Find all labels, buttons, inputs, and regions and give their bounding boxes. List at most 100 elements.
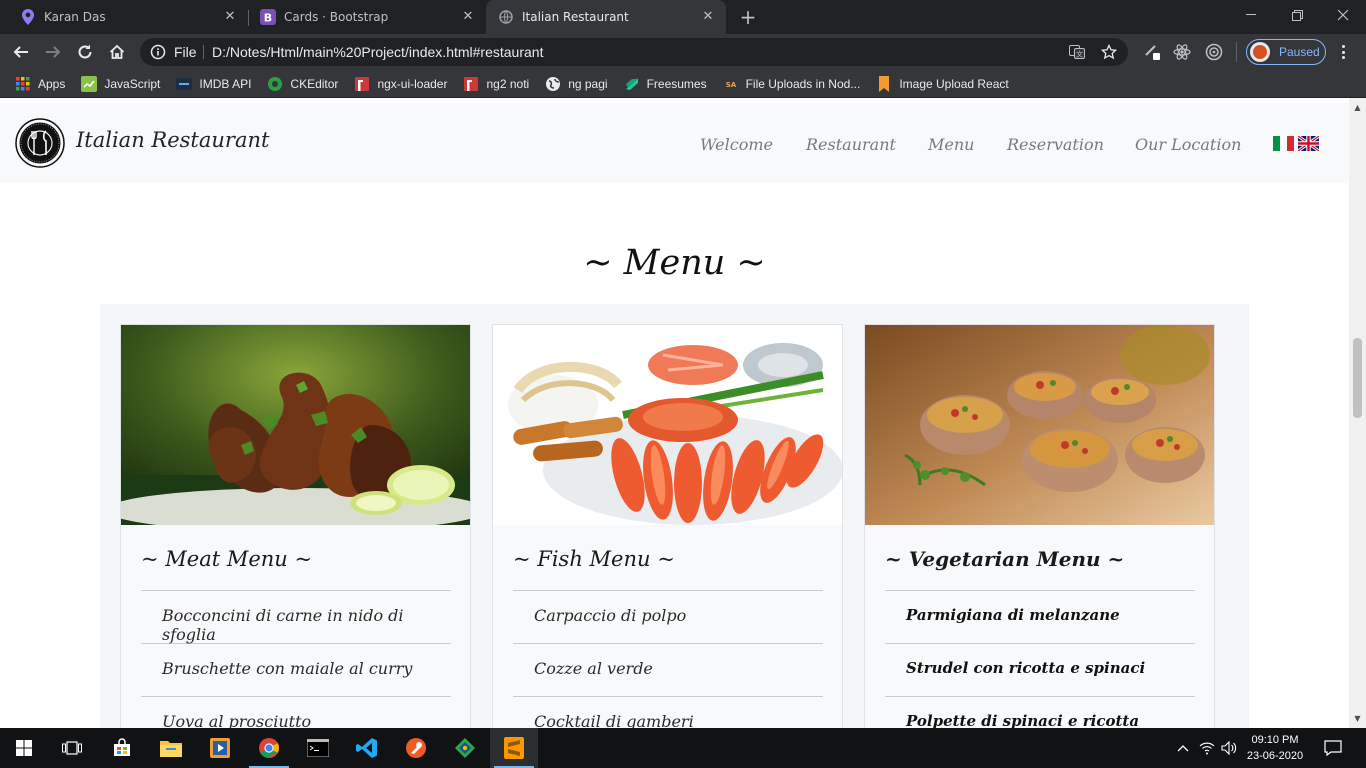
globe-icon (498, 9, 514, 25)
page-scrollbar[interactable]: ▲ ▼ (1349, 98, 1366, 728)
brand-name[interactable]: Italian Restaurant (76, 128, 269, 152)
vscode-icon[interactable] (343, 728, 391, 768)
url-text[interactable]: D:/Notes/Html/main%20Project/index.html#… (212, 44, 543, 60)
browser-toolbar: File D:/Notes/Html/main%20Project/index.… (0, 34, 1366, 70)
list-item: Parmigiana di melanzane (885, 590, 1195, 643)
forward-arrow-icon[interactable] (42, 41, 64, 63)
extension-target-icon[interactable] (1204, 42, 1224, 62)
uk-flag-icon[interactable] (1297, 134, 1320, 153)
tab-italian-restaurant[interactable]: Italian Restaurant ✕ (486, 0, 726, 34)
postman-icon[interactable] (392, 728, 440, 768)
address-bar[interactable]: File D:/Notes/Html/main%20Project/index.… (140, 38, 1128, 66)
grilled-chicken-image (121, 325, 470, 525)
browser-menu-icon[interactable] (1336, 42, 1350, 62)
fish-menu-list: Carpaccio di polpo Cozze al verde Cockta… (513, 590, 823, 728)
close-tab-icon[interactable]: ✕ (700, 9, 716, 25)
chrome-taskbar-icon[interactable] (245, 728, 293, 768)
avatar (1250, 42, 1270, 62)
back-arrow-icon[interactable] (10, 41, 32, 63)
translate-icon[interactable]: 文 (1068, 43, 1086, 61)
restore-window-icon[interactable] (1274, 0, 1320, 30)
wifi-icon[interactable] (1197, 738, 1217, 758)
home-icon[interactable] (106, 41, 128, 63)
windows-start-icon[interactable] (0, 728, 48, 768)
freesumes-icon (624, 76, 640, 92)
bookmark-apps[interactable]: Apps (15, 76, 65, 92)
bookmark-javascript[interactable]: JavaScript (81, 75, 161, 92)
taskbar-clock[interactable]: 09:10 PM 23-06-2020 (1242, 732, 1308, 764)
page-viewport: Italian Restaurant Welcome Restaurant Me… (0, 103, 1349, 728)
tab-cards-bootstrap[interactable]: B Cards · Bootstrap ✕ (240, 0, 486, 34)
bookmark-icon (876, 75, 892, 92)
task-view-icon[interactable] (48, 728, 96, 768)
bookmark-image-upload-react[interactable]: Image Upload React (876, 75, 1009, 92)
imdb-icon (176, 76, 193, 92)
react-devtools-icon[interactable] (1172, 42, 1192, 62)
bookmark-ng-pagi[interactable]: ng pagi (545, 76, 608, 92)
close-tab-icon[interactable]: ✕ (222, 9, 238, 25)
list-item: Bruschette con maiale al curry (141, 643, 451, 696)
bookmark-star-icon[interactable] (1100, 43, 1118, 61)
nav-link-menu[interactable]: Menu (928, 135, 974, 154)
seafood-platter-image (493, 325, 842, 525)
nav-link-reservation[interactable]: Reservation (1007, 135, 1104, 154)
fish-menu-card: ~ Fish Menu ~ Carpaccio di polpo Cozze a… (492, 324, 843, 728)
bookmark-label: IMDB API (199, 76, 252, 91)
scroll-down-arrow-icon[interactable]: ▼ (1353, 714, 1362, 723)
bookmark-label: CKEditor (290, 76, 339, 91)
ckeditor-icon (267, 76, 283, 92)
bookmark-ngx-ui-loader[interactable]: ngx-ui-loader (354, 76, 447, 92)
sublime-text-icon[interactable] (490, 728, 538, 768)
bookmark-ckeditor[interactable]: CKEditor (267, 76, 338, 92)
volume-icon[interactable] (1219, 738, 1239, 758)
file-explorer-icon[interactable] (147, 728, 195, 768)
bookmark-freesumes[interactable]: Freesumes (624, 76, 707, 92)
close-window-icon[interactable] (1320, 0, 1366, 30)
media-player-icon[interactable] (196, 728, 244, 768)
new-tab-plus-icon[interactable]: + (737, 6, 759, 28)
site-info-icon[interactable] (150, 44, 166, 60)
terminal-icon[interactable] (294, 728, 342, 768)
list-item: Uova al prosciutto (141, 696, 451, 728)
javascript-icon (81, 75, 98, 92)
list-item: Bocconcini di carne in nido di sfoglia (141, 590, 451, 644)
bookmark-label: File Uploads in Nod... (745, 76, 861, 91)
git-client-icon[interactable] (441, 728, 489, 768)
extension-pen-icon[interactable] (1142, 42, 1162, 62)
bookmark-file-uploads[interactable]: SA File Uploads in Nod... (723, 76, 861, 92)
site-navbar: Italian Restaurant Welcome Restaurant Me… (0, 103, 1349, 183)
apps-grid-icon (15, 76, 31, 92)
profile-button[interactable]: Paused (1246, 39, 1326, 65)
notification-center-icon[interactable] (1323, 738, 1343, 758)
bookmark-label: JavaScript (104, 76, 161, 91)
show-hidden-icons-chevron-icon[interactable] (1173, 738, 1193, 758)
reload-icon[interactable] (74, 41, 96, 63)
bookmark-imdb-api[interactable]: IMDB API (176, 76, 251, 92)
nav-link-welcome[interactable]: Welcome (700, 135, 773, 154)
bookmark-label: ng pagi (568, 76, 608, 91)
scroll-thumb[interactable] (1353, 338, 1362, 418)
menu-section-title: ~ Menu ~ (583, 243, 766, 283)
close-tab-icon[interactable]: ✕ (460, 9, 476, 25)
clock-date: 23-06-2020 (1246, 750, 1304, 762)
windows-taskbar: 09:10 PM 23-06-2020 (0, 728, 1366, 768)
store-icon[interactable] (98, 728, 146, 768)
minimize-window-icon[interactable] (1228, 0, 1274, 30)
nav-link-restaurant[interactable]: Restaurant (806, 135, 896, 154)
tab-title: Italian Restaurant (522, 10, 629, 24)
clock-time: 09:10 PM (1251, 734, 1299, 746)
bookmark-label: ng2 noti (486, 76, 530, 91)
restaurant-logo-icon[interactable] (15, 118, 65, 168)
bookmark-label: Apps (38, 76, 66, 91)
tab-karan-das[interactable]: Karan Das ✕ (0, 0, 248, 34)
bookmark-label: Image Upload React (899, 76, 1009, 91)
globe-icon (545, 76, 561, 92)
list-item: Cocktail di gamberi (513, 696, 823, 728)
nav-link-our-location[interactable]: Our Location (1135, 135, 1241, 154)
stuffed-mushrooms-image (865, 325, 1214, 525)
bookmark-ng2-noti[interactable]: ng2 noti (463, 76, 529, 92)
scroll-up-arrow-icon[interactable]: ▲ (1353, 103, 1362, 112)
italian-flag-icon[interactable] (1273, 136, 1294, 151)
list-item: Polpette di spinaci e ricotta (885, 696, 1195, 728)
vegetarian-menu-card: ~ Vegetarian Menu ~ Parmigiana di melanz… (864, 324, 1215, 728)
